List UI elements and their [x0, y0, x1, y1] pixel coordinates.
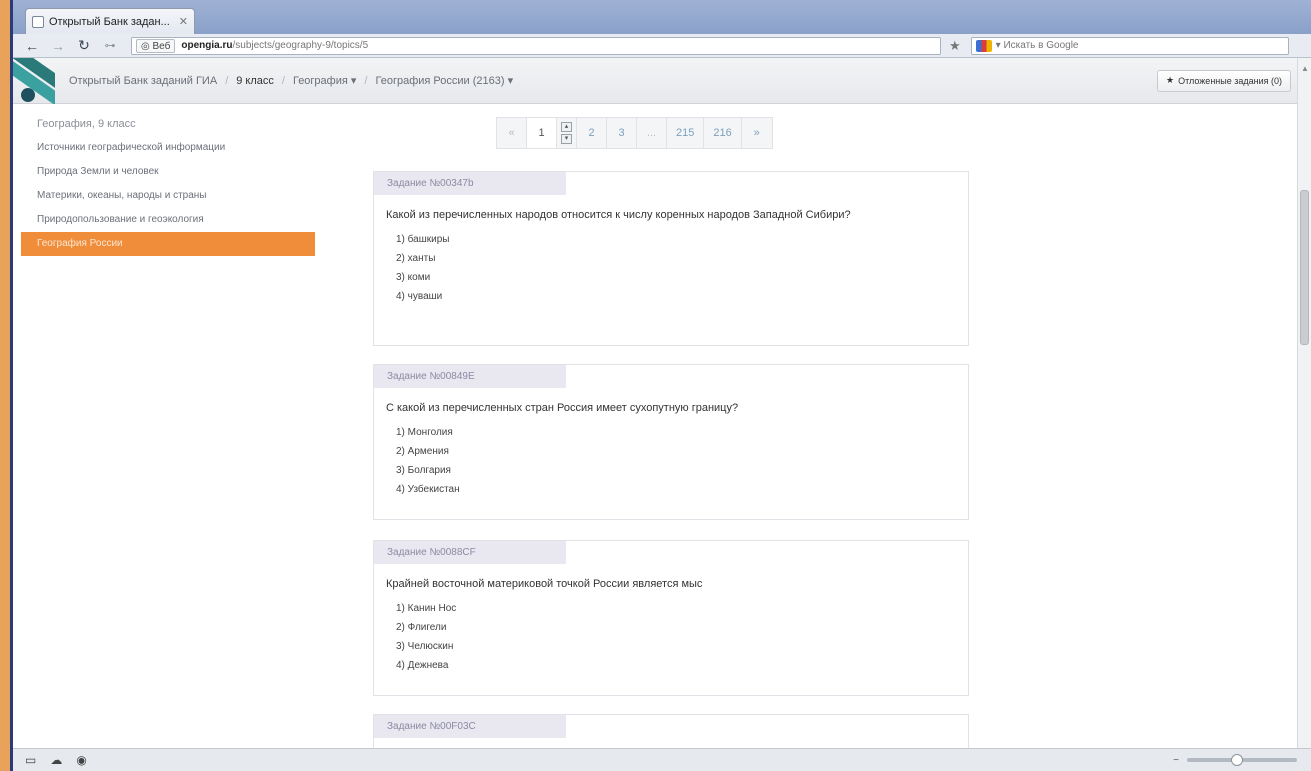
breadcrumb-home[interactable]: Открытый Банк заданий ГИА [69, 75, 217, 87]
pagination-prev[interactable]: « [497, 118, 527, 148]
zoom-slider-handle[interactable] [1231, 754, 1243, 766]
stepper-down-icon[interactable]: ▾ [561, 134, 572, 144]
browser-tab[interactable]: Открытый Банк задан... ✕ [25, 8, 195, 34]
breadcrumb-subject: География [292, 75, 348, 87]
task-option: 3) Болгария [396, 465, 451, 476]
task-option: 2) Армения [396, 446, 449, 457]
site-logo[interactable] [13, 57, 55, 104]
pagination-ellipsis: ... [637, 118, 667, 148]
caret-down-icon: ▾ [507, 75, 514, 87]
scroll-up-icon[interactable]: ▲ [1301, 64, 1309, 73]
sidebar-item-geoecology[interactable]: Природопользование и геоэкология [21, 208, 315, 232]
site-header: Открытый Банк заданий ГИА / 9 класс / Ге… [13, 57, 1297, 104]
panel-icon[interactable]: ▭ [25, 753, 36, 767]
task-options: 1) башкиры 2) ханты 3) коми 4) чуваши [374, 230, 968, 318]
breadcrumb-grade[interactable]: 9 класс [236, 75, 274, 87]
task-card: Задание №00F03C [373, 714, 969, 748]
saved-tasks-button[interactable]: ★ Отложенные задания (0) [1157, 69, 1291, 92]
zoom-out-icon[interactable]: − [1173, 755, 1179, 766]
sidebar-item-nature[interactable]: Природа Земли и человек [21, 160, 315, 184]
breadcrumb-topic-dropdown[interactable]: География России (2163) ▾ [375, 74, 513, 87]
close-icon[interactable]: ✕ [179, 15, 188, 28]
bookmark-star-icon[interactable]: ★ [949, 38, 961, 54]
breadcrumb: Открытый Банк заданий ГИА / 9 класс / Ге… [69, 74, 513, 88]
zoom-control: − [1173, 754, 1297, 766]
sidebar-item-continents[interactable]: Материки, океаны, народы и страны [21, 184, 315, 208]
pagination-page[interactable]: 3 [607, 118, 637, 148]
reload-icon[interactable]: ↻ [73, 36, 95, 56]
vertical-scrollbar[interactable]: ▲ [1297, 58, 1311, 748]
caret-down-icon: ▾ [350, 75, 357, 87]
page-icon [32, 15, 44, 28]
breadcrumb-separator: / [225, 74, 229, 87]
pagination: « 1 ▴ ▾ 2 3 ... 215 216 » [496, 117, 773, 149]
topic-sidebar: География, 9 класс Источники географичес… [21, 112, 315, 256]
task-question: С какой из перечисленных стран Россия им… [386, 402, 739, 414]
url-host: opengia.ru [181, 40, 233, 51]
task-question: Крайней восточной материковой точкой Рос… [386, 578, 703, 590]
task-card: Задание №00849E С какой из перечисленных… [373, 364, 969, 520]
breadcrumb-separator: / [364, 74, 368, 87]
task-card: Задание №00347b Какой из перечисленных н… [373, 171, 969, 346]
sidebar-item-sources[interactable]: Источники географической информации [21, 136, 315, 160]
task-options: 1) Канин Нос 2) Флигели 3) Челюскин 4) Д… [374, 599, 968, 687]
star-icon: ★ [1166, 75, 1175, 85]
site-identity-badge[interactable]: ◎ Веб [136, 38, 176, 53]
back-icon[interactable]: ← [21, 36, 43, 56]
url-path: /subjects/geography-9/topics/5 [232, 40, 369, 51]
task-id[interactable]: Задание №00849E [374, 365, 566, 388]
pagination-page[interactable]: 215 [667, 118, 705, 148]
breadcrumb-topic: География России (2163) [375, 75, 505, 87]
pagination-page[interactable]: 1 [527, 118, 557, 148]
task-option: 3) коми [396, 272, 431, 283]
task-option: 2) ханты [396, 253, 436, 264]
cloud-icon[interactable]: ☁ [50, 753, 62, 767]
sidebar-heading[interactable]: География, 9 класс [21, 112, 315, 136]
forward-icon[interactable]: → [47, 36, 69, 56]
task-question: Какой из перечисленных народов относится… [386, 209, 851, 221]
search-input[interactable]: ▾ Искать в Google [970, 36, 1289, 55]
scrollbar-thumb[interactable] [1300, 190, 1309, 345]
breadcrumb-subject-dropdown[interactable]: География ▾ [293, 74, 356, 87]
sidebar-item-russia[interactable]: География России [21, 232, 315, 256]
pagination-next[interactable]: » [742, 118, 772, 148]
gauge-icon[interactable]: ◉ [76, 753, 86, 767]
pagination-page[interactable]: 216 [704, 118, 742, 148]
key-icon[interactable]: ⊶ [99, 36, 121, 56]
task-option: 1) Канин Нос [396, 603, 457, 614]
task-card: Задание №0088CF Крайней восточной матери… [373, 540, 969, 696]
stepper-up-icon[interactable]: ▴ [561, 122, 572, 132]
site-badge-label: Веб [152, 40, 171, 52]
browser-window: Открытый Банк задан... ✕ ← → ↻ ⊶ ◎ Веб o… [10, 0, 1311, 771]
task-option: 1) Монголия [396, 427, 453, 438]
task-option: 4) Узбекистан [396, 484, 460, 495]
tab-strip: Открытый Банк задан... ✕ [13, 0, 1311, 34]
task-id[interactable]: Задание №00F03C [374, 715, 566, 738]
tab-title: Открытый Банк задан... [49, 15, 170, 28]
task-id[interactable]: Задание №00347b [374, 172, 566, 195]
search-placeholder: ▾ Искать в Google [995, 40, 1079, 51]
task-option: 4) чуваши [396, 291, 443, 302]
saved-tasks-label: Отложенные задания (0) [1178, 75, 1282, 86]
logo-dot [21, 87, 35, 102]
google-icon[interactable] [975, 39, 992, 52]
zoom-slider[interactable] [1187, 754, 1297, 766]
task-id[interactable]: Задание №0088CF [374, 541, 566, 564]
task-option: 2) Флигели [396, 622, 447, 633]
task-options: 1) Монголия 2) Армения 3) Болгария 4) Уз… [374, 423, 968, 511]
task-option: 3) Челюскин [396, 641, 454, 652]
page-stepper[interactable]: ▴ ▾ [557, 118, 577, 148]
task-option: 4) Дежнева [396, 660, 449, 671]
task-option: 1) башкиры [396, 234, 450, 245]
search-placeholder-text: Искать в Google [1003, 40, 1079, 51]
browser-toolbar: ← → ↻ ⊶ ◎ Веб opengia.ru /subjects/geogr… [13, 34, 1311, 58]
pagination-page[interactable]: 2 [577, 118, 607, 148]
breadcrumb-separator: / [281, 74, 285, 87]
status-bar: ▭ ☁ ◉ − [13, 748, 1311, 771]
address-bar[interactable]: ◎ Веб opengia.ru /subjects/geography-9/t… [131, 36, 941, 55]
